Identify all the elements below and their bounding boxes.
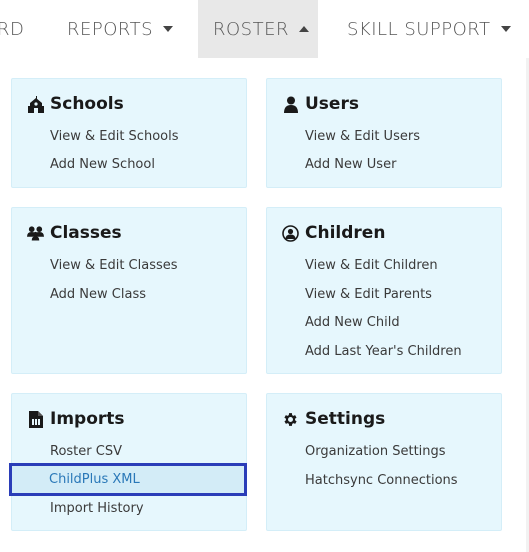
caret-down-icon (500, 26, 511, 32)
users-card: Users View & Edit Users Add New User (266, 78, 502, 188)
schools-title: Schools (50, 94, 124, 114)
nav-item-skill-support[interactable]: SKILL SUPPORT (347, 0, 511, 58)
nav-item-skill-support-label: SKILL SUPPORT (347, 18, 491, 40)
school-icon (27, 95, 44, 113)
classes-title: Classes (50, 223, 122, 243)
classes-card: Classes View & Edit Classes Add New Clas… (11, 207, 247, 374)
classes-heading: Classes (27, 223, 122, 243)
add-new-class-link[interactable]: Add New Class (50, 287, 146, 302)
view-edit-schools-link[interactable]: View & Edit Schools (50, 129, 179, 144)
schools-card: Schools View & Edit Schools Add New Scho… (11, 78, 247, 188)
nav-item-roster[interactable]: ROSTER (198, 0, 318, 58)
settings-heading: Settings (282, 409, 385, 429)
settings-card: Settings Organization Settings Hatchsync… (266, 393, 502, 531)
children-card: Children View & Edit Children View & Edi… (266, 207, 502, 374)
import-history-link[interactable]: Import History (50, 501, 144, 516)
top-navigation: RD REPORTS ROSTER SKILL SUPPORT (0, 0, 529, 58)
gear-icon (282, 411, 299, 428)
imports-title: Imports (50, 409, 125, 429)
nav-item-roster-label: ROSTER (213, 18, 289, 40)
caret-up-icon (298, 26, 309, 32)
nav-item-partial[interactable]: RD (0, 0, 27, 58)
users-heading: Users (282, 94, 359, 114)
childplus-xml-highlight[interactable]: ChildPlus XML (9, 463, 247, 496)
imports-card: Imports Roster CSV Import History (11, 393, 247, 531)
user-icon (282, 96, 299, 113)
add-last-years-children-link[interactable]: Add Last Year's Children (305, 344, 462, 359)
imports-heading: Imports (27, 409, 125, 429)
nav-item-reports[interactable]: REPORTS (67, 0, 174, 58)
settings-title: Settings (305, 409, 386, 429)
nav-item-partial-label: RD (0, 18, 25, 40)
organization-settings-link[interactable]: Organization Settings (305, 444, 446, 459)
file-icon (27, 410, 44, 428)
children-heading: Children (282, 223, 385, 243)
nav-item-reports-label: REPORTS (67, 18, 154, 40)
caret-down-icon (163, 26, 174, 32)
hatchsync-connections-link[interactable]: Hatchsync Connections (305, 473, 458, 488)
child-icon (282, 224, 299, 242)
view-edit-children-link[interactable]: View & Edit Children (305, 258, 438, 273)
children-title: Children (305, 223, 386, 243)
childplus-xml-link[interactable]: ChildPlus XML (49, 472, 140, 487)
add-new-school-link[interactable]: Add New School (50, 157, 155, 172)
view-edit-parents-link[interactable]: View & Edit Parents (305, 287, 432, 302)
view-edit-classes-link[interactable]: View & Edit Classes (50, 258, 178, 273)
add-new-child-link[interactable]: Add New Child (305, 315, 400, 330)
schools-heading: Schools (27, 94, 124, 114)
view-edit-users-link[interactable]: View & Edit Users (305, 129, 420, 144)
users-title: Users (305, 94, 359, 114)
roster-csv-link[interactable]: Roster CSV (50, 444, 122, 459)
add-new-user-link[interactable]: Add New User (305, 157, 396, 172)
group-icon (27, 225, 44, 242)
